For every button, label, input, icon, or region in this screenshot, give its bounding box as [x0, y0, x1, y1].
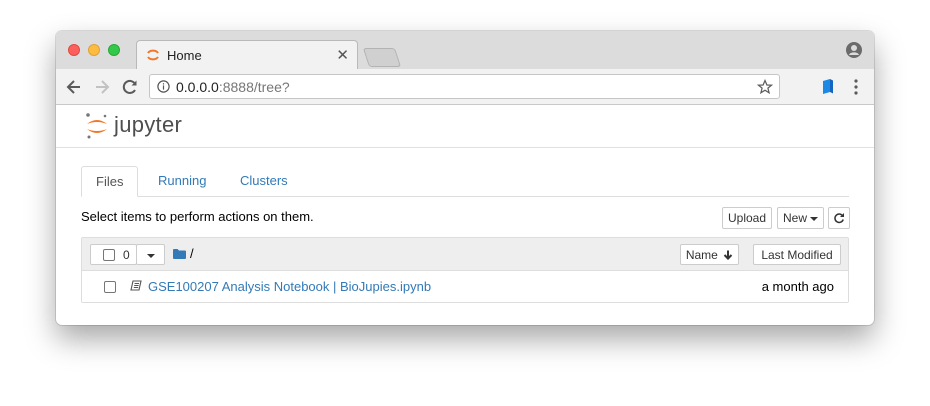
more-menu-icon[interactable]: [851, 78, 861, 96]
notebook-icon: [130, 280, 142, 291]
folder-icon[interactable]: [173, 249, 186, 259]
new-button-label: New: [782, 211, 807, 225]
profile-icon[interactable]: [846, 42, 862, 58]
reload-icon[interactable]: [120, 77, 140, 97]
minimize-window-button[interactable]: [88, 44, 100, 56]
url-host: 0.0.0.0: [176, 79, 219, 95]
forward-icon[interactable]: [92, 77, 112, 97]
tab-title: Home: [167, 48, 202, 63]
refresh-button[interactable]: [828, 207, 850, 229]
sort-last-modified-button[interactable]: Last Modified: [753, 244, 841, 265]
close-tab-icon[interactable]: ✕: [336, 46, 349, 64]
back-icon[interactable]: [64, 77, 84, 97]
close-window-button[interactable]: [68, 44, 80, 56]
caret-down-icon: [146, 253, 155, 258]
row-checkbox[interactable]: [104, 281, 116, 293]
breadcrumb-path[interactable]: /: [190, 246, 194, 261]
new-dropdown-button[interactable]: New: [777, 207, 824, 229]
file-listing: 0 / Name Last Modified GSE100207 Analysi…: [81, 237, 849, 303]
jupyter-header: jupyter: [56, 105, 874, 148]
file-modified-time: a month ago: [761, 279, 834, 294]
browser-window: Home ✕ 0.0.0.0:8888/tree? jupyter Files …: [56, 31, 874, 325]
bookmark-star-icon[interactable]: [757, 79, 773, 95]
extension-book-icon[interactable]: [821, 78, 835, 95]
browser-toolbar: 0.0.0.0:8888/tree?: [56, 69, 874, 105]
file-name-link[interactable]: GSE100207 Analysis Notebook | BioJupies.…: [148, 279, 431, 294]
jupyter-logo-icon[interactable]: [84, 112, 110, 140]
zoom-window-button[interactable]: [108, 44, 120, 56]
table-row[interactable]: GSE100207 Analysis Notebook | BioJupies.…: [82, 271, 848, 302]
select-all-checkbox[interactable]: [103, 249, 115, 261]
url-path: :8888/tree?: [218, 79, 290, 95]
select-menu-button[interactable]: [136, 244, 165, 265]
dashboard-tabs: Files Running Clusters: [81, 166, 849, 197]
arrow-down-icon: [723, 250, 733, 261]
listing-header: 0 / Name Last Modified: [82, 238, 848, 271]
upload-button[interactable]: Upload: [722, 207, 772, 229]
jupyter-favicon-icon: [147, 49, 159, 61]
selection-hint: Select items to perform actions on them.: [81, 209, 314, 224]
refresh-icon: [834, 213, 844, 224]
select-all-button[interactable]: 0: [90, 244, 137, 265]
caret-down-icon: [810, 216, 818, 221]
tab-running[interactable]: Running: [144, 166, 220, 196]
sort-name-button[interactable]: Name: [680, 244, 739, 265]
info-icon[interactable]: [157, 80, 170, 93]
selected-count: 0: [123, 248, 130, 262]
jupyter-wordmark[interactable]: jupyter: [114, 112, 182, 138]
url-text: 0.0.0.0:8888/tree?: [176, 79, 290, 95]
title-bar: Home ✕: [56, 31, 874, 69]
new-tab-button[interactable]: [362, 48, 402, 67]
sort-name-label: Name: [685, 248, 718, 262]
browser-tab-home[interactable]: Home ✕: [136, 40, 358, 69]
address-bar[interactable]: 0.0.0.0:8888/tree?: [149, 74, 780, 99]
tab-clusters[interactable]: Clusters: [226, 166, 302, 196]
tab-files[interactable]: Files: [81, 166, 139, 197]
